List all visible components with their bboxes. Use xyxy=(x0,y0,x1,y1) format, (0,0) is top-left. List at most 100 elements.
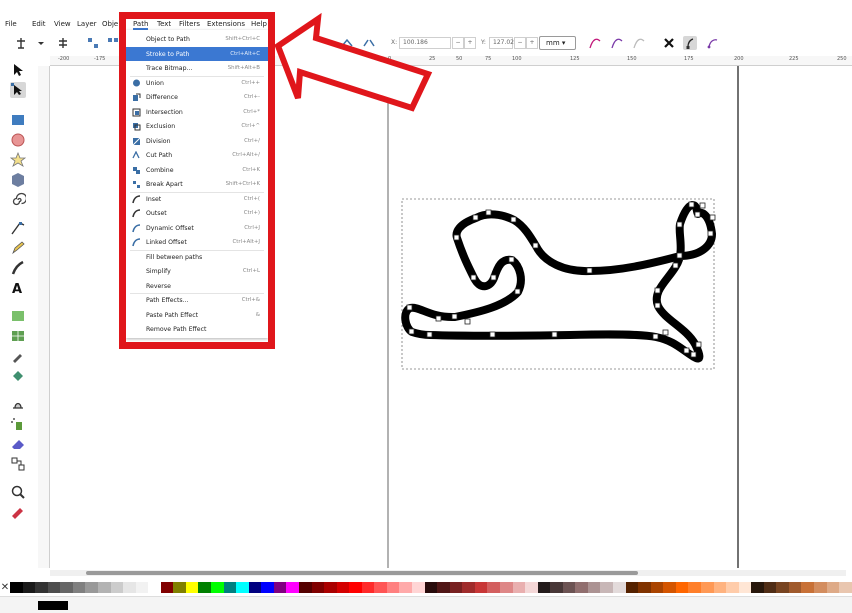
palette-swatch[interactable] xyxy=(537,582,551,593)
palette-swatch[interactable] xyxy=(424,582,438,593)
no-paint-swatch[interactable]: ✕ xyxy=(0,582,10,593)
rectangle-tool-icon[interactable] xyxy=(10,112,26,128)
palette-swatch[interactable] xyxy=(386,582,400,593)
dropper-tool-icon[interactable] xyxy=(10,348,26,364)
connector-tool-icon[interactable] xyxy=(10,456,26,472)
select-nodes-icon[interactable] xyxy=(86,36,100,50)
measure-tool-icon[interactable] xyxy=(10,504,26,520)
palette-swatch[interactable] xyxy=(198,582,211,593)
palette-swatch[interactable] xyxy=(487,582,500,593)
palette-swatch[interactable] xyxy=(72,582,86,593)
palette-swatch[interactable] xyxy=(700,582,714,593)
horizontal-scrollbar[interactable] xyxy=(50,570,846,576)
menu-item-dynamic-offset[interactable]: Dynamic Offset Ctrl+J xyxy=(126,221,268,236)
palette-swatch[interactable] xyxy=(248,582,262,593)
menu-item-trace-bitmap[interactable]: Trace Bitmap... Shift+Alt+B xyxy=(126,61,268,76)
palette-swatch[interactable] xyxy=(324,582,337,593)
eraser-tool-icon[interactable] xyxy=(10,436,26,452)
text-tool-icon[interactable]: A xyxy=(10,280,26,296)
join-nodes-icon[interactable] xyxy=(340,36,354,50)
palette-swatch[interactable] xyxy=(587,582,601,593)
palette-swatch[interactable] xyxy=(575,582,588,593)
menu-item-cut-path[interactable]: Cut Path Ctrl+Alt+/ xyxy=(126,148,268,163)
palette-swatch[interactable] xyxy=(688,582,701,593)
edit-clip-path-icon[interactable] xyxy=(706,36,720,50)
palette-swatch[interactable] xyxy=(449,582,463,593)
selector-tool-icon[interactable] xyxy=(10,62,26,78)
palette-swatch[interactable] xyxy=(638,582,651,593)
node-tool-option-icon[interactable] xyxy=(106,36,120,50)
x-minus-button[interactable]: − xyxy=(452,37,464,49)
bezier-tool-icon[interactable] xyxy=(10,220,26,236)
palette-swatch[interactable] xyxy=(437,582,450,593)
palette-swatch[interactable] xyxy=(361,582,375,593)
menu-item-object-to-path[interactable]: Object to Path Shift+Ctrl+C xyxy=(126,32,268,47)
palette-swatch[interactable] xyxy=(123,582,136,593)
scrollbar-thumb[interactable] xyxy=(86,571,638,575)
palette-swatch[interactable] xyxy=(550,582,563,593)
fill-indicator[interactable] xyxy=(38,601,68,610)
palette-swatch[interactable] xyxy=(713,582,727,593)
star-tool-icon[interactable] xyxy=(10,152,26,168)
menu-item-path-effects[interactable]: Path Effects... Ctrl+& xyxy=(126,293,268,308)
show-clip-icon[interactable] xyxy=(632,36,646,50)
menu-edit[interactable]: Edit xyxy=(32,20,46,28)
palette-swatch[interactable] xyxy=(336,582,350,593)
palette-swatch[interactable] xyxy=(562,582,576,593)
palette-swatch[interactable] xyxy=(135,582,149,593)
palette-swatch[interactable] xyxy=(311,582,325,593)
palette-swatch[interactable] xyxy=(726,582,739,593)
menu-item-union[interactable]: Union Ctrl++ xyxy=(126,76,268,91)
palette-swatch[interactable] xyxy=(160,582,174,593)
palette-swatch[interactable] xyxy=(625,582,639,593)
palette-swatch[interactable] xyxy=(35,582,48,593)
palette-swatch[interactable] xyxy=(185,582,199,593)
palette-swatch[interactable] xyxy=(600,582,613,593)
menu-item-reverse[interactable]: Reverse xyxy=(126,279,268,294)
calligraphy-tool-icon[interactable] xyxy=(10,260,26,276)
menu-item-linked-offset[interactable]: Linked Offset Ctrl+Alt+J xyxy=(126,235,268,250)
x-plus-button[interactable]: + xyxy=(464,37,476,49)
unit-selector[interactable]: mm ▾ xyxy=(539,36,576,50)
palette-swatch[interactable] xyxy=(47,582,61,593)
palette-swatch[interactable] xyxy=(374,582,387,593)
raise-to-top-icon[interactable] xyxy=(14,36,28,50)
spiral-tool-icon[interactable] xyxy=(10,192,26,208)
palette-swatch[interactable] xyxy=(839,582,852,593)
menu-extensions[interactable]: Extensions xyxy=(207,20,245,28)
palette-swatch[interactable] xyxy=(663,582,676,593)
palette-swatch[interactable] xyxy=(273,582,287,593)
palette-swatch[interactable] xyxy=(399,582,412,593)
palette-swatch[interactable] xyxy=(110,582,124,593)
menu-item-fill-between-paths[interactable]: Fill between paths xyxy=(126,250,268,265)
palette-swatch[interactable] xyxy=(148,582,161,593)
menu-filters[interactable]: Filters xyxy=(179,20,200,28)
menu-item-break-apart[interactable]: Break Apart Shift+Ctrl+K xyxy=(126,177,268,192)
menu-file[interactable]: File xyxy=(5,20,17,28)
ellipse-tool-icon[interactable] xyxy=(10,132,26,148)
transform-handles-icon[interactable] xyxy=(662,36,676,50)
palette-swatch[interactable] xyxy=(10,582,23,593)
show-handles-icon[interactable] xyxy=(610,36,624,50)
gradient-tool-icon[interactable] xyxy=(10,308,26,324)
palette-swatch[interactable] xyxy=(223,582,237,593)
menu-item-stroke-to-path[interactable]: Stroke to Path Ctrl+Alt+C xyxy=(126,46,268,61)
menu-object[interactable]: Obje xyxy=(102,20,118,28)
palette-swatch[interactable] xyxy=(60,582,73,593)
palette-swatch[interactable] xyxy=(97,582,111,593)
pencil-tool-icon[interactable] xyxy=(10,240,26,256)
palette-swatch[interactable] xyxy=(763,582,777,593)
menu-text[interactable]: Text xyxy=(157,20,171,28)
palette-swatch[interactable] xyxy=(650,582,664,593)
palette-swatch[interactable] xyxy=(613,582,626,593)
palette-swatch[interactable] xyxy=(826,582,840,593)
menu-help[interactable]: Help xyxy=(251,20,267,28)
palette-swatch[interactable] xyxy=(675,582,689,593)
y-minus-button[interactable]: − xyxy=(514,37,526,49)
palette-swatch[interactable] xyxy=(261,582,274,593)
node-tool-icon[interactable] xyxy=(10,82,26,98)
menu-item-division[interactable]: Division Ctrl+/ xyxy=(126,134,268,149)
break-nodes-icon[interactable] xyxy=(362,36,376,50)
lower-to-bottom-icon[interactable] xyxy=(56,36,70,50)
tweak-tool-icon[interactable] xyxy=(10,396,26,412)
